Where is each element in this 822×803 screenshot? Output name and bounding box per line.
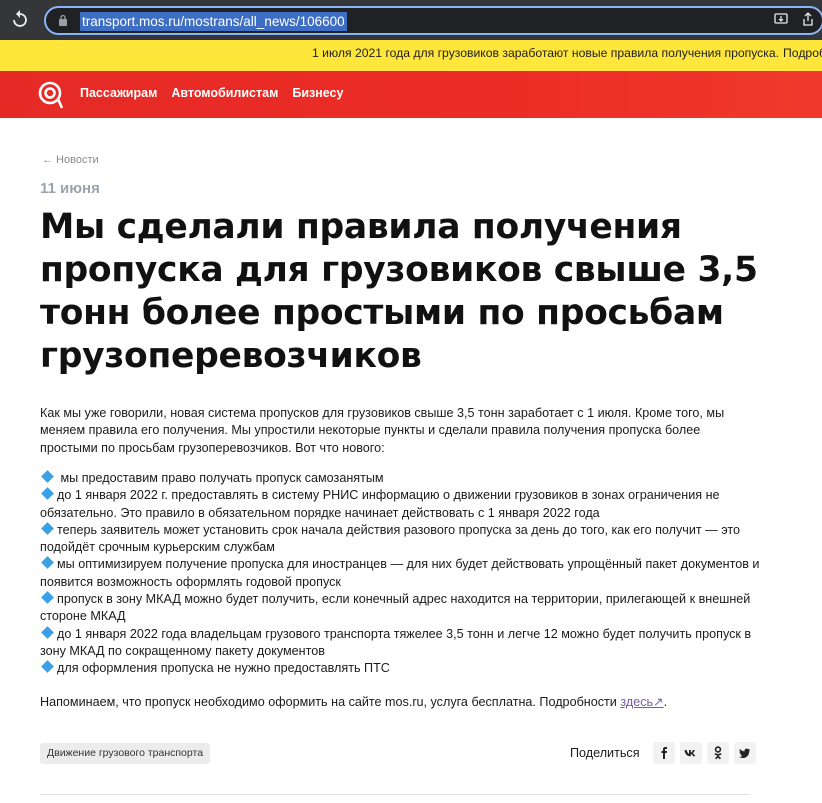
list-item-text: пропуск в зону МКАД можно будет получить… — [40, 592, 751, 624]
reminder-text: Напоминаем, что пропуск необходимо оформ… — [40, 695, 621, 709]
details-link[interactable]: здесь↗ — [620, 695, 663, 709]
share-block: Поделиться — [570, 742, 756, 764]
topic-tag[interactable]: Движение грузового транспорта — [40, 743, 211, 764]
share-icon[interactable] — [802, 12, 814, 26]
banner-text: 1 июля 2021 года для грузовиков заработа… — [312, 46, 780, 60]
lock-icon — [59, 14, 67, 26]
back-button[interactable] — [8, 8, 32, 32]
twitter-icon — [738, 748, 750, 759]
vk-icon — [684, 750, 695, 757]
list-item-text: для оформления пропуска не нужно предост… — [57, 661, 390, 676]
list-item-text: до 1 января 2022 г. предоставлять в сист… — [40, 488, 720, 520]
list-item-text: мы оптимизируем получение пропуска для и… — [40, 557, 760, 589]
nav-item-business[interactable]: Бизнесу — [292, 86, 343, 100]
install-app-icon[interactable] — [774, 12, 788, 26]
list-item: до 1 января 2022 года владельцам грузово… — [40, 625, 760, 661]
vk-share-button[interactable] — [679, 742, 702, 764]
changes-list: мы предоставим право получать пропуск са… — [40, 470, 760, 678]
list-item: мы оптимизируем получение пропуска для и… — [40, 556, 760, 591]
reminder-end: . — [663, 695, 668, 709]
diamond-bullet-icon — [41, 470, 54, 483]
share-label: Поделиться — [570, 746, 640, 760]
list-item: до 1 января 2022 г. предоставлять в сист… — [40, 487, 760, 522]
moscow-transport-logo-icon[interactable] — [38, 81, 64, 109]
twitter-share-button[interactable] — [733, 742, 756, 764]
list-item: пропуск в зону МКАД можно будет получить… — [40, 591, 760, 626]
arrow-left-icon — [13, 10, 27, 27]
diamond-bullet-icon — [41, 625, 54, 639]
list-item: мы предоставим право получать пропуск са… — [40, 470, 760, 487]
odnoklassniki-icon — [713, 746, 722, 760]
diamond-bullet-icon — [41, 487, 54, 501]
browser-toolbar: transport.mos.ru/mostrans/all_news/10660… — [0, 0, 822, 40]
article-reminder: Напоминаем, что пропуск необходимо оформ… — [40, 694, 760, 711]
diamond-bullet-icon — [41, 556, 54, 570]
announcement-banner[interactable]: 1 июля 2021 года для грузовиков заработа… — [0, 40, 822, 71]
list-item-text: до 1 января 2022 года владельцам грузово… — [40, 626, 752, 658]
address-bar[interactable]: transport.mos.ru/mostrans/all_news/10660… — [44, 6, 822, 35]
odnoklassniki-share-button[interactable] — [706, 742, 729, 764]
list-item: теперь заявитель может установить срок н… — [40, 522, 760, 557]
list-item-text: теперь заявитель может установить срок н… — [40, 522, 741, 555]
article-title: Мы сделали правила получения пропуска дл… — [40, 207, 758, 376]
back-to-news-link[interactable]: ← Новости — [42, 154, 99, 166]
list-item: для оформления пропуска не нужно предост… — [40, 660, 760, 677]
article-date: 11 июня — [40, 180, 100, 197]
site-header: Пассажирам Автомобилистам Бизнесу — [0, 71, 822, 118]
facebook-icon — [661, 747, 667, 759]
article-intro: Как мы уже говорили, новая система пропу… — [40, 406, 725, 455]
diamond-bullet-icon — [41, 522, 54, 535]
facebook-share-button[interactable] — [652, 742, 675, 764]
main-nav: Пассажирам Автомобилистам Бизнесу — [80, 86, 343, 100]
nav-item-passengers[interactable]: Пассажирам — [80, 86, 157, 100]
diamond-bullet-icon — [41, 591, 54, 604]
nav-item-motorists[interactable]: Автомобилистам — [171, 86, 278, 100]
list-item-text: мы предоставим право получать пропуск са… — [57, 471, 384, 485]
diamond-bullet-icon — [41, 660, 54, 674]
url-text[interactable]: transport.mos.ru/mostrans/all_news/10660… — [80, 12, 347, 31]
banner-more-link[interactable]: Подробнее — [783, 46, 822, 60]
divider — [40, 794, 750, 795]
